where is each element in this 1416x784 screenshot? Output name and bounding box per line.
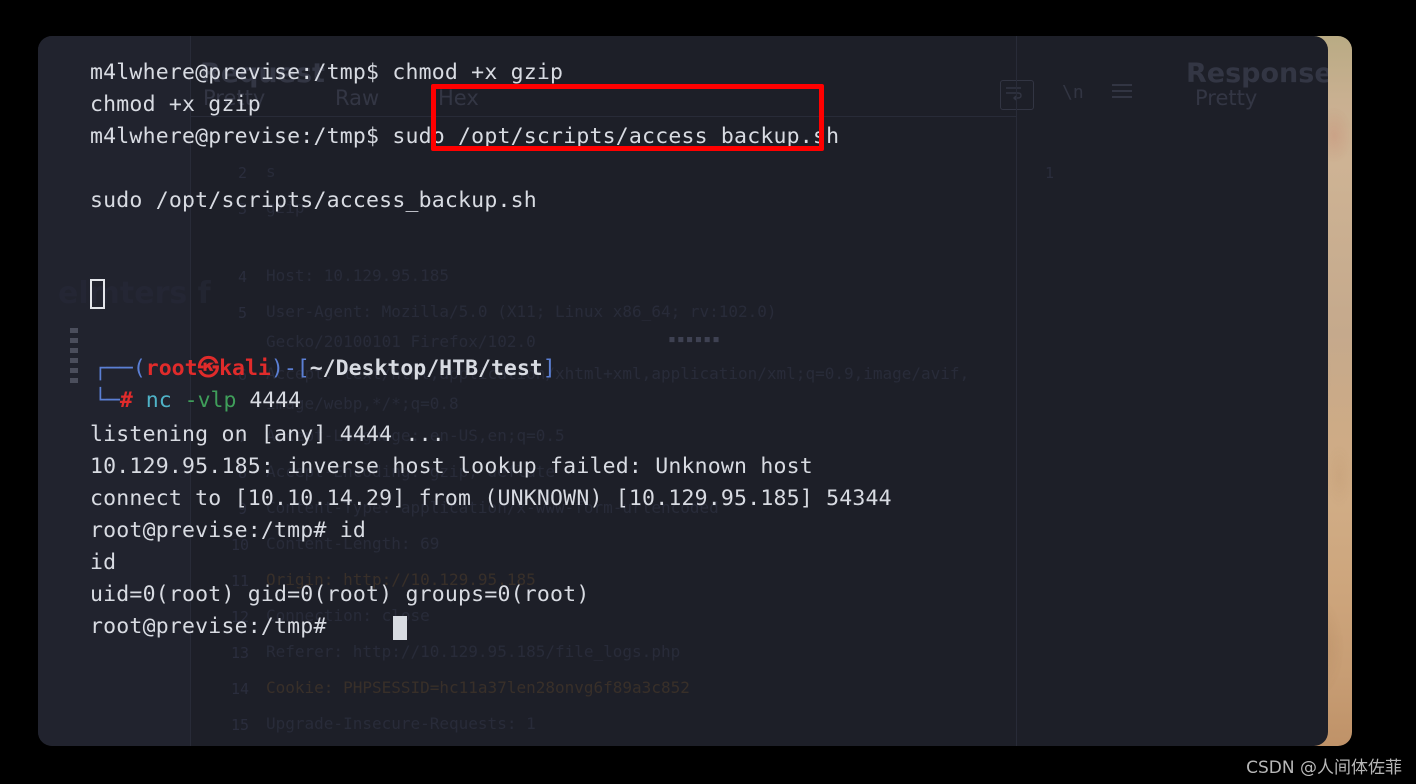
terminal-line-prompt-id: root@previse:/tmp# id — [90, 520, 366, 542]
screenshot-root: Request Response Pretty Raw Hex Pretty \… — [0, 0, 1416, 784]
command-arg: 4444 — [236, 388, 302, 413]
annotation-highlight-box — [431, 84, 824, 151]
kali-at-icon: ㉿ — [197, 356, 220, 381]
prompt-rbracket: ] — [542, 356, 556, 381]
prompt-user: root — [145, 356, 198, 381]
prompt-branch-top: ┌── — [94, 356, 133, 381]
terminal-line-output: uid=0(root) gid=0(root) groups=0(root) — [90, 582, 590, 607]
root-prompt: root@previse:/tmp# — [90, 518, 327, 543]
bash-prompt: m4lwhere@previse:/tmp$ — [90, 124, 380, 149]
prompt-host: kali — [219, 356, 271, 381]
terminal-line-output: chmod +x gzip — [90, 92, 261, 117]
prompt-open-paren: ( — [132, 356, 146, 381]
terminal-line-output: connect to [10.10.14.29] from (UNKNOWN) … — [90, 486, 892, 511]
terminal-line-prompt-chmod: m4lwhere@previse:/tmp$ chmod +x gzip — [90, 62, 563, 84]
missing-glyph-box — [90, 279, 105, 309]
prompt-branch-bottom: └─ — [94, 388, 120, 413]
terminal-line-kali-prompt-top: ┌──(root㉿kali)-[~/Desktop/HTB/test] — [94, 358, 556, 380]
bash-prompt: m4lwhere@previse:/tmp$ — [90, 60, 380, 85]
prompt-lbracket: [ — [296, 356, 310, 381]
terminal-line-output: id — [90, 550, 117, 575]
terminal-window[interactable]: Request Response Pretty Raw Hex Pretty \… — [38, 36, 1328, 746]
watermark-text: CSDN @人间体佐菲 — [1246, 758, 1402, 778]
prompt-close-paren: ) — [270, 356, 284, 381]
command-name: nc — [132, 388, 185, 413]
root-command: id — [326, 518, 367, 543]
terminal-line-prompt-active: root@previse:/tmp# — [90, 616, 327, 638]
command-flag: -vlp — [184, 388, 237, 413]
terminal-cursor[interactable] — [393, 616, 407, 640]
bash-command: chmod +x gzip — [379, 60, 564, 85]
terminal-line-output: listening on [any] 4444 ... — [90, 422, 445, 447]
root-prompt: root@previse:/tmp# — [90, 614, 327, 639]
prompt-hash: # — [119, 388, 133, 413]
prompt-dash: - — [283, 356, 297, 381]
prompt-path: ~/Desktop/HTB/test — [309, 356, 543, 381]
terminal-line-output: sudo /opt/scripts/access_backup.sh — [90, 188, 537, 213]
terminal-line-output: 10.129.95.185: inverse host lookup faile… — [90, 454, 813, 479]
terminal-line-kali-prompt-bottom: └─# nc -vlp 4444 — [94, 390, 301, 412]
